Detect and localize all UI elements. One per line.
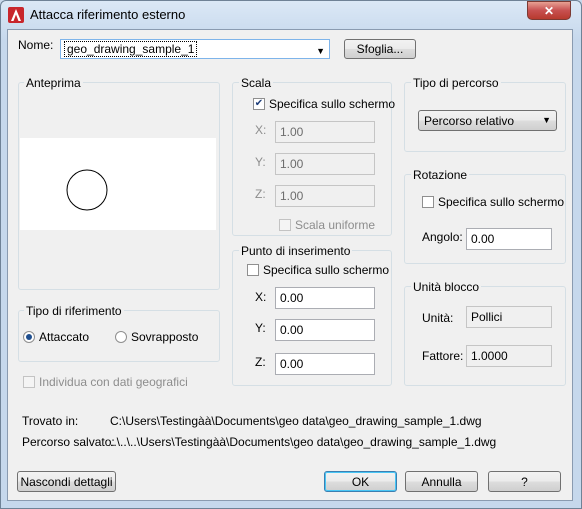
saved-path-value: ..\..\..\Users\Testingàà\Documents\geo d… (110, 435, 497, 449)
attach-label: Attaccato (39, 330, 90, 344)
circle-preview-icon (66, 169, 108, 211)
overlay-label: Sovrapposto (131, 330, 199, 344)
close-icon: ✕ (543, 3, 555, 18)
unit-label: Unità: (422, 311, 454, 325)
insertion-specify-label: Specifica sullo schermo (263, 263, 390, 277)
path-type-value: Percorso relativo (424, 113, 515, 128)
cancel-button[interactable]: Annulla (405, 471, 478, 492)
scale-z-input[interactable]: 1.00 (275, 185, 375, 207)
found-in-label: Trovato in: (22, 414, 79, 428)
window-title: Attacca riferimento esterno (30, 7, 186, 22)
insertion-specify-checkbox[interactable] (247, 264, 259, 276)
path-type-dropdown[interactable]: Percorso relativo ▼ (418, 110, 557, 131)
block-unit-group (404, 286, 566, 386)
uniform-scale-checkbox[interactable] (279, 219, 291, 231)
scale-z-label: Z: (255, 187, 266, 201)
rotation-specify-checkbox[interactable] (422, 196, 434, 208)
geo-label: Individua con dati geografici (39, 375, 188, 389)
attach-radio[interactable] (23, 331, 35, 343)
browse-button[interactable]: Sfoglia... (344, 39, 416, 59)
chevron-down-icon: ▼ (542, 115, 551, 125)
rotation-label: Rotazione (411, 168, 470, 182)
scale-y-input[interactable]: 1.00 (275, 153, 375, 175)
rotation-specify-label: Specifica sullo schermo (438, 195, 565, 209)
close-button[interactable]: ✕ (527, 1, 571, 20)
scale-x-input[interactable]: 1.00 (275, 121, 375, 143)
name-value: geo_drawing_sample_1 (64, 41, 198, 57)
angle-input[interactable]: 0.00 (466, 228, 552, 250)
saved-path-label: Percorso salvato: (22, 435, 115, 449)
autocad-logo-icon (8, 7, 24, 23)
insertion-z-label: Z: (255, 355, 266, 369)
uniform-scale-label: Scala uniforme (295, 218, 376, 232)
factor-value: 1.0000 (466, 345, 552, 367)
scale-y-label: Y: (255, 155, 266, 169)
scale-specify-checkbox[interactable]: ✔ (253, 98, 265, 110)
preview-label: Anteprima (24, 76, 83, 90)
name-combo[interactable]: geo_drawing_sample_1 ▼ (60, 39, 330, 59)
reference-type-label: Tipo di riferimento (24, 304, 124, 318)
unit-value: Pollici (466, 306, 552, 328)
insertion-x-label: X: (255, 290, 267, 304)
insertion-label: Punto di inserimento (239, 244, 353, 258)
scale-specify-label: Specifica sullo schermo (269, 97, 396, 111)
preview-canvas (20, 138, 216, 230)
angle-label: Angolo: (422, 230, 463, 244)
path-type-label: Tipo di percorso (411, 76, 501, 90)
insertion-y-label: Y: (255, 321, 266, 335)
insertion-y-input[interactable]: 0.00 (275, 319, 375, 341)
overlay-radio[interactable] (115, 331, 127, 343)
block-unit-label: Unità blocco (411, 280, 482, 294)
geo-checkbox[interactable] (23, 376, 35, 388)
hide-details-button[interactable]: Nascondi dettagli (17, 471, 116, 492)
insertion-x-input[interactable]: 0.00 (275, 287, 375, 309)
name-label: Nome: (18, 38, 54, 52)
insertion-z-input[interactable]: 0.00 (275, 353, 375, 375)
factor-label: Fattore: (422, 349, 464, 363)
chevron-down-icon: ▼ (316, 46, 325, 56)
scale-x-label: X: (255, 123, 267, 137)
ok-button[interactable]: OK (324, 471, 397, 492)
rotation-group (404, 174, 566, 264)
found-in-value: C:\Users\Testingàà\Documents\geo data\ge… (110, 414, 482, 428)
help-button[interactable]: ? (488, 471, 561, 492)
scale-label: Scala (239, 76, 274, 90)
